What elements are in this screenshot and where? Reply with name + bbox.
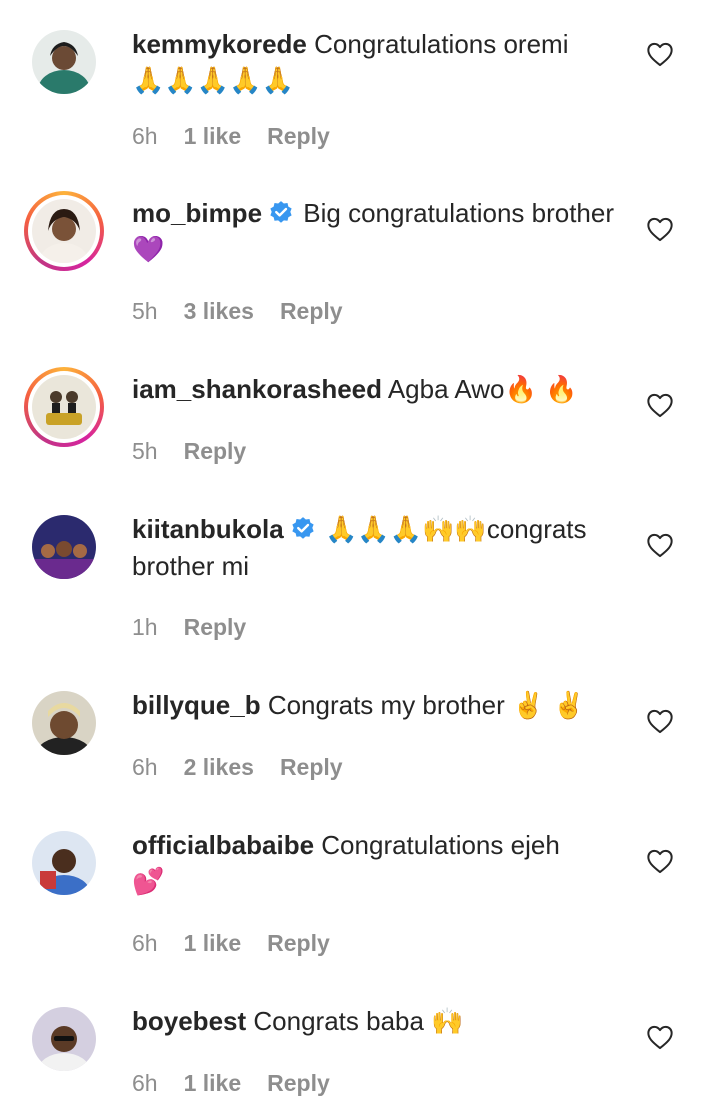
reply-button[interactable]: Reply xyxy=(184,438,247,465)
comment-username[interactable]: kiitanbukola xyxy=(132,514,284,544)
comment-likes[interactable]: 1 like xyxy=(184,930,242,957)
heart-outline-icon[interactable] xyxy=(646,392,674,418)
comment-username[interactable]: mo_bimpe xyxy=(132,198,262,228)
comment-time: 5h xyxy=(132,438,158,464)
comment-meta: 5h 3 likes Reply xyxy=(132,298,369,325)
comment-meta: 6h 1 like Reply xyxy=(132,930,356,957)
avatar[interactable] xyxy=(24,999,104,1079)
comment-meta: 6h 1 like Reply xyxy=(132,123,356,150)
comment-emoji: 🙏🙏🙏🙏🙏 xyxy=(132,66,294,96)
reply-button[interactable]: Reply xyxy=(184,614,247,641)
avatar[interactable] xyxy=(24,22,104,102)
comment-text: Congratulations oremi xyxy=(314,29,569,59)
comment-meta: 1h Reply xyxy=(132,614,272,641)
comment-time: 1h xyxy=(132,614,158,640)
comment-likes[interactable]: 1 like xyxy=(184,123,242,150)
comment-username[interactable]: iam_shankorasheed xyxy=(132,374,382,404)
comment-likes[interactable]: 3 likes xyxy=(184,298,254,325)
reply-button[interactable]: Reply xyxy=(280,298,343,325)
comment-text: Congrats baba xyxy=(253,1006,424,1036)
heart-outline-icon[interactable] xyxy=(646,216,674,242)
reply-button[interactable]: Reply xyxy=(267,1070,330,1097)
comment-item: mo_bimpe Big congratulations brother 💜 5… xyxy=(0,191,720,341)
avatar[interactable] xyxy=(24,683,104,763)
avatar[interactable] xyxy=(24,823,104,903)
comment-text-block: iam_shankorasheed Agba Awo🔥 🔥 xyxy=(132,371,622,408)
comment-text: Congratulations ejeh xyxy=(321,830,560,860)
heart-outline-icon[interactable] xyxy=(646,532,674,558)
comment-emoji: 💕 xyxy=(132,867,165,897)
reply-button[interactable]: Reply xyxy=(267,930,330,957)
comment-item: officialbabaibe Congratulations ejeh 💕 6… xyxy=(0,823,720,973)
reply-button[interactable]: Reply xyxy=(267,123,330,150)
comment-meta: 5h Reply xyxy=(132,438,272,465)
comment-text-block: billyque_b Congrats my brother ✌️ ✌️ xyxy=(132,687,622,724)
comment-time: 6h xyxy=(132,930,158,956)
comment-likes[interactable]: 1 like xyxy=(184,1070,242,1097)
reply-button[interactable]: Reply xyxy=(280,754,343,781)
comment-text-block: boyebest Congrats baba 🙌 xyxy=(132,1003,622,1040)
avatar[interactable] xyxy=(24,507,104,587)
comment-time: 6h xyxy=(132,754,158,780)
comment-emoji: 🙏🙏🙏🙌🙌 xyxy=(324,515,487,545)
comment-username[interactable]: billyque_b xyxy=(132,690,261,720)
comment-text-block: officialbabaibe Congratulations ejeh 💕 xyxy=(132,827,622,900)
comment-item: billyque_b Congrats my brother ✌️ ✌️ 6h … xyxy=(0,683,720,793)
heart-outline-icon[interactable] xyxy=(646,1024,674,1050)
verified-badge-icon xyxy=(270,201,292,223)
verified-badge-icon xyxy=(292,517,314,539)
comment-username[interactable]: officialbabaibe xyxy=(132,830,314,860)
comment-text: Big congratulations brother xyxy=(303,198,615,228)
comment-item: kemmykorede Congratulations oremi 🙏🙏🙏🙏🙏 … xyxy=(0,22,720,172)
comment-time: 5h xyxy=(132,298,158,324)
heart-outline-icon[interactable] xyxy=(646,41,674,67)
avatar[interactable] xyxy=(24,191,104,271)
comment-likes[interactable]: 2 likes xyxy=(184,754,254,781)
comment-emoji: 💜 xyxy=(132,235,165,265)
comment-emoji: 🙌 xyxy=(431,1007,464,1037)
comment-emoji: 🔥 🔥 xyxy=(504,375,578,405)
comment-username[interactable]: boyebest xyxy=(132,1006,246,1036)
comment-text-block: kemmykorede Congratulations oremi 🙏🙏🙏🙏🙏 xyxy=(132,26,622,99)
comment-time: 6h xyxy=(132,1070,158,1096)
comment-item: kiitanbukola 🙏🙏🙏🙌🙌congrats brother mi 1h… xyxy=(0,507,720,657)
avatar[interactable] xyxy=(24,367,104,447)
heart-outline-icon[interactable] xyxy=(646,708,674,734)
comment-item: iam_shankorasheed Agba Awo🔥 🔥 5h Reply xyxy=(0,367,720,477)
comment-text: Congrats my brother xyxy=(267,690,505,720)
comment-text-block: mo_bimpe Big congratulations brother 💜 xyxy=(132,195,622,268)
comment-time: 6h xyxy=(132,123,158,149)
comment-item: boyebest Congrats baba 🙌 6h 1 like Reply xyxy=(0,999,720,1101)
comment-text: Agba Awo xyxy=(387,374,505,404)
comment-emoji: ✌️ ✌️ xyxy=(512,691,586,721)
comment-meta: 6h 2 likes Reply xyxy=(132,754,369,781)
comment-username[interactable]: kemmykorede xyxy=(132,29,307,59)
heart-outline-icon[interactable] xyxy=(646,848,674,874)
comment-text-block: kiitanbukola 🙏🙏🙏🙌🙌congrats brother mi xyxy=(132,511,622,584)
comment-meta: 6h 1 like Reply xyxy=(132,1070,356,1097)
